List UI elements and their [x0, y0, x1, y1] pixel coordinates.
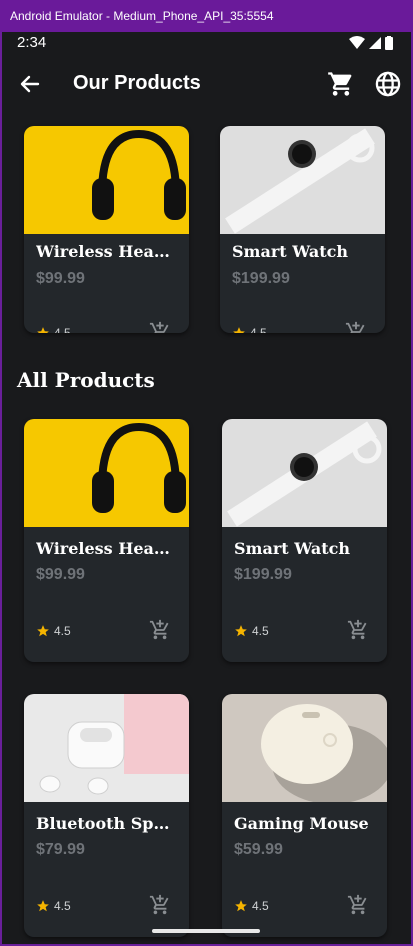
product-image-headphones — [24, 419, 189, 527]
signal-icon — [369, 37, 381, 49]
rating-value: 4.5 — [54, 326, 71, 333]
star-icon — [235, 900, 247, 912]
star-icon — [233, 327, 245, 333]
product-image-earbuds — [24, 694, 189, 802]
shopping-cart-icon[interactable] — [327, 70, 355, 98]
phone-screen: 2:34 Our Products Wireless Headp... $99.… — [2, 32, 411, 944]
product-price: $99.99 — [36, 566, 85, 583]
emulator-title-bar: Android Emulator - Medium_Phone_API_35:5… — [0, 0, 413, 32]
product-image-smartwatch — [222, 419, 387, 527]
add-to-cart-icon[interactable] — [345, 321, 367, 333]
product-name: Wireless Headp... — [36, 242, 178, 261]
back-arrow-icon[interactable] — [16, 70, 44, 98]
star-icon — [37, 327, 49, 333]
product-card[interactable]: Bluetooth Speaker $79.99 4.5 — [24, 694, 189, 937]
product-name: Bluetooth Speaker — [36, 814, 178, 833]
product-rating: 4.5 — [234, 624, 269, 638]
app-bar: Our Products — [2, 62, 411, 106]
product-price: $99.99 — [36, 270, 85, 287]
star-icon — [37, 625, 49, 637]
star-icon — [235, 625, 247, 637]
product-price: $199.99 — [232, 270, 290, 287]
add-to-cart-icon[interactable] — [347, 619, 369, 641]
section-title: All Products — [17, 368, 155, 392]
product-rating: 4.5 — [234, 899, 269, 913]
status-bar: 2:34 — [2, 32, 411, 54]
product-card[interactable]: Smart Watch $199.99 4.5 — [222, 419, 387, 662]
product-image-headphones — [24, 126, 189, 234]
product-rating: 4.5 — [232, 326, 267, 333]
featured-card[interactable]: Smart Watch $199.99 4.5 — [220, 126, 385, 333]
product-name: Gaming Mouse — [234, 814, 369, 833]
rating-value: 4.5 — [252, 624, 269, 638]
product-price: $199.99 — [234, 566, 292, 583]
product-price: $79.99 — [36, 841, 85, 858]
product-name: Smart Watch — [232, 242, 348, 261]
product-card[interactable]: Wireless Headp... $99.99 4.5 — [24, 419, 189, 662]
rating-value: 4.5 — [54, 899, 71, 913]
featured-card[interactable]: Wireless Headp... $99.99 4.5 — [24, 126, 189, 333]
rating-value: 4.5 — [250, 326, 267, 333]
rating-value: 4.5 — [54, 624, 71, 638]
product-price: $59.99 — [234, 841, 283, 858]
status-time: 2:34 — [17, 34, 47, 51]
add-to-cart-icon[interactable] — [149, 321, 171, 333]
status-icons — [349, 36, 393, 50]
product-rating: 4.5 — [36, 326, 71, 333]
rating-value: 4.5 — [252, 899, 269, 913]
product-name: Smart Watch — [234, 539, 350, 558]
star-icon — [37, 900, 49, 912]
product-card[interactable]: Gaming Mouse $59.99 4.5 — [222, 694, 387, 937]
add-to-cart-icon[interactable] — [347, 894, 369, 916]
battery-icon — [385, 36, 393, 50]
wifi-icon — [349, 36, 365, 49]
product-rating: 4.5 — [36, 624, 71, 638]
add-to-cart-icon[interactable] — [149, 894, 171, 916]
emulator-title: Android Emulator - Medium_Phone_API_35:5… — [10, 9, 274, 23]
product-image-smartwatch — [220, 126, 385, 234]
product-name: Wireless Headp... — [36, 539, 178, 558]
product-image-mouse — [222, 694, 387, 802]
home-indicator[interactable] — [152, 929, 260, 933]
page-title: Our Products — [73, 72, 201, 94]
product-rating: 4.5 — [36, 899, 71, 913]
globe-icon[interactable] — [374, 70, 402, 98]
add-to-cart-icon[interactable] — [149, 619, 171, 641]
